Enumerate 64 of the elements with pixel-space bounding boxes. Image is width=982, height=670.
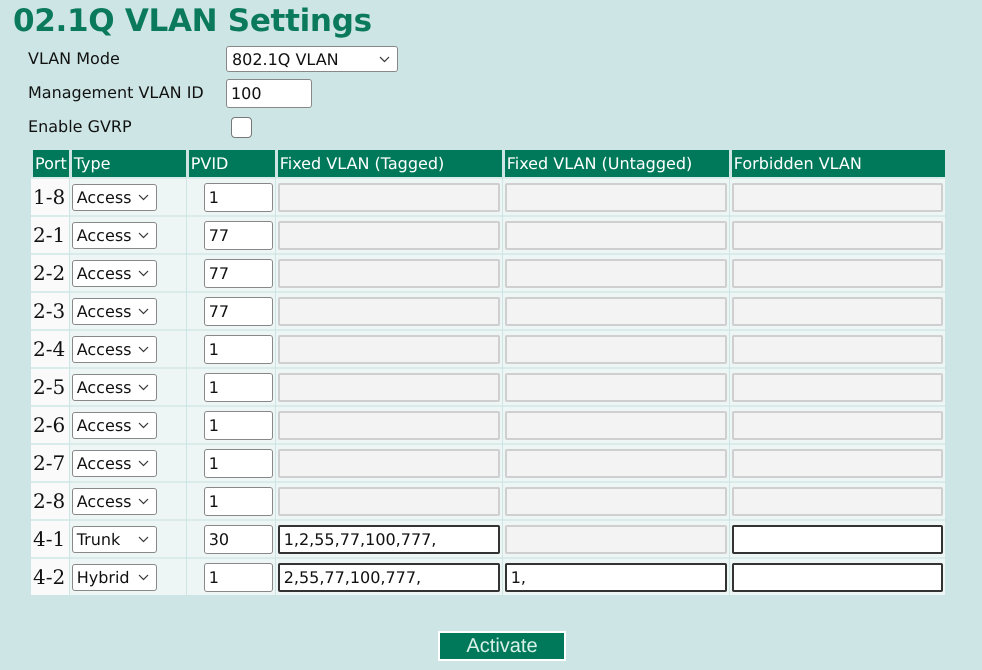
caret-icon xyxy=(379,56,390,62)
column-header: Type xyxy=(70,150,186,177)
type-dropdown[interactable]: Access xyxy=(72,298,157,324)
type-dropdown[interactable]: Access xyxy=(72,488,157,514)
column-header: Fixed VLAN (Tagged) xyxy=(276,150,502,177)
page-title: 02.1Q VLAN Settings xyxy=(12,2,373,40)
pvid-field[interactable]: 1 xyxy=(204,372,273,402)
port-label: 2-8 xyxy=(33,489,66,513)
type-dropdown[interactable]: Access xyxy=(72,184,157,210)
pvid-field[interactable]: 1 xyxy=(204,182,273,212)
untagged-vlan-field[interactable]: 1, xyxy=(504,562,727,592)
caret-icon xyxy=(138,384,149,390)
type-dropdown[interactable]: Access xyxy=(72,412,157,438)
pvid-field[interactable]: 30 xyxy=(204,524,273,554)
port-label: 2-1 xyxy=(33,223,66,247)
caret-icon xyxy=(138,536,149,542)
port-label: 4-2 xyxy=(33,565,66,589)
pvid-field[interactable]: 1 xyxy=(204,486,273,516)
caret-icon xyxy=(138,498,149,504)
vlan-mode-dropdown[interactable]: 802.1Q VLAN xyxy=(226,46,398,72)
caret-icon xyxy=(138,308,149,314)
caret-icon xyxy=(138,194,149,200)
tagged-vlan-field[interactable]: 2,55,77,100,777, xyxy=(278,562,500,592)
field-label: VLAN Mode xyxy=(28,48,121,70)
pvid-field[interactable]: 1 xyxy=(204,448,273,478)
port-label: 2-6 xyxy=(33,413,66,437)
caret-icon xyxy=(138,422,149,428)
tagged-vlan-field[interactable]: 1,2,55,77,100,777, xyxy=(278,524,500,554)
forbidden-vlan-field[interactable] xyxy=(732,562,943,592)
port-label: 2-7 xyxy=(33,451,66,475)
column-header: PVID xyxy=(186,150,275,177)
pvid-field[interactable]: 1 xyxy=(204,410,273,440)
activate-button[interactable]: Activate xyxy=(438,631,566,661)
field-label: Management VLAN ID xyxy=(28,82,205,104)
pvid-field[interactable]: 1 xyxy=(204,562,273,592)
port-label: 4-1 xyxy=(33,527,66,551)
pvid-field[interactable]: 77 xyxy=(204,258,273,288)
caret-icon xyxy=(138,574,149,580)
type-dropdown[interactable]: Access xyxy=(72,336,157,362)
type-dropdown[interactable]: Access xyxy=(72,374,157,400)
caret-icon xyxy=(138,346,149,352)
gvrp-checkbox[interactable] xyxy=(231,116,252,138)
pvid-field[interactable]: 1 xyxy=(204,334,273,364)
type-dropdown[interactable]: Trunk xyxy=(72,526,157,552)
caret-icon xyxy=(138,270,149,276)
pvid-field[interactable]: 77 xyxy=(204,220,273,250)
type-dropdown[interactable]: Access xyxy=(72,450,157,476)
pvid-field[interactable]: 77 xyxy=(204,296,273,326)
type-dropdown[interactable]: Hybrid xyxy=(72,564,157,590)
field-label: Enable GVRP xyxy=(28,116,133,138)
port-label: 1-8 xyxy=(33,185,66,209)
port-label: 2-3 xyxy=(33,299,66,323)
caret-icon xyxy=(138,232,149,238)
port-label: 2-4 xyxy=(33,337,66,361)
column-header: Fixed VLAN (Untagged) xyxy=(502,150,729,177)
caret-icon xyxy=(138,460,149,466)
column-header: Forbidden VLAN xyxy=(730,150,945,177)
management-vlan-id-field[interactable]: 100 xyxy=(226,78,312,108)
type-dropdown[interactable]: Access xyxy=(72,260,157,286)
port-label: 2-2 xyxy=(33,261,66,285)
type-dropdown[interactable]: Access xyxy=(72,222,157,248)
forbidden-vlan-field[interactable] xyxy=(732,524,943,554)
column-header: Port xyxy=(31,150,69,177)
port-label: 2-5 xyxy=(33,375,66,399)
